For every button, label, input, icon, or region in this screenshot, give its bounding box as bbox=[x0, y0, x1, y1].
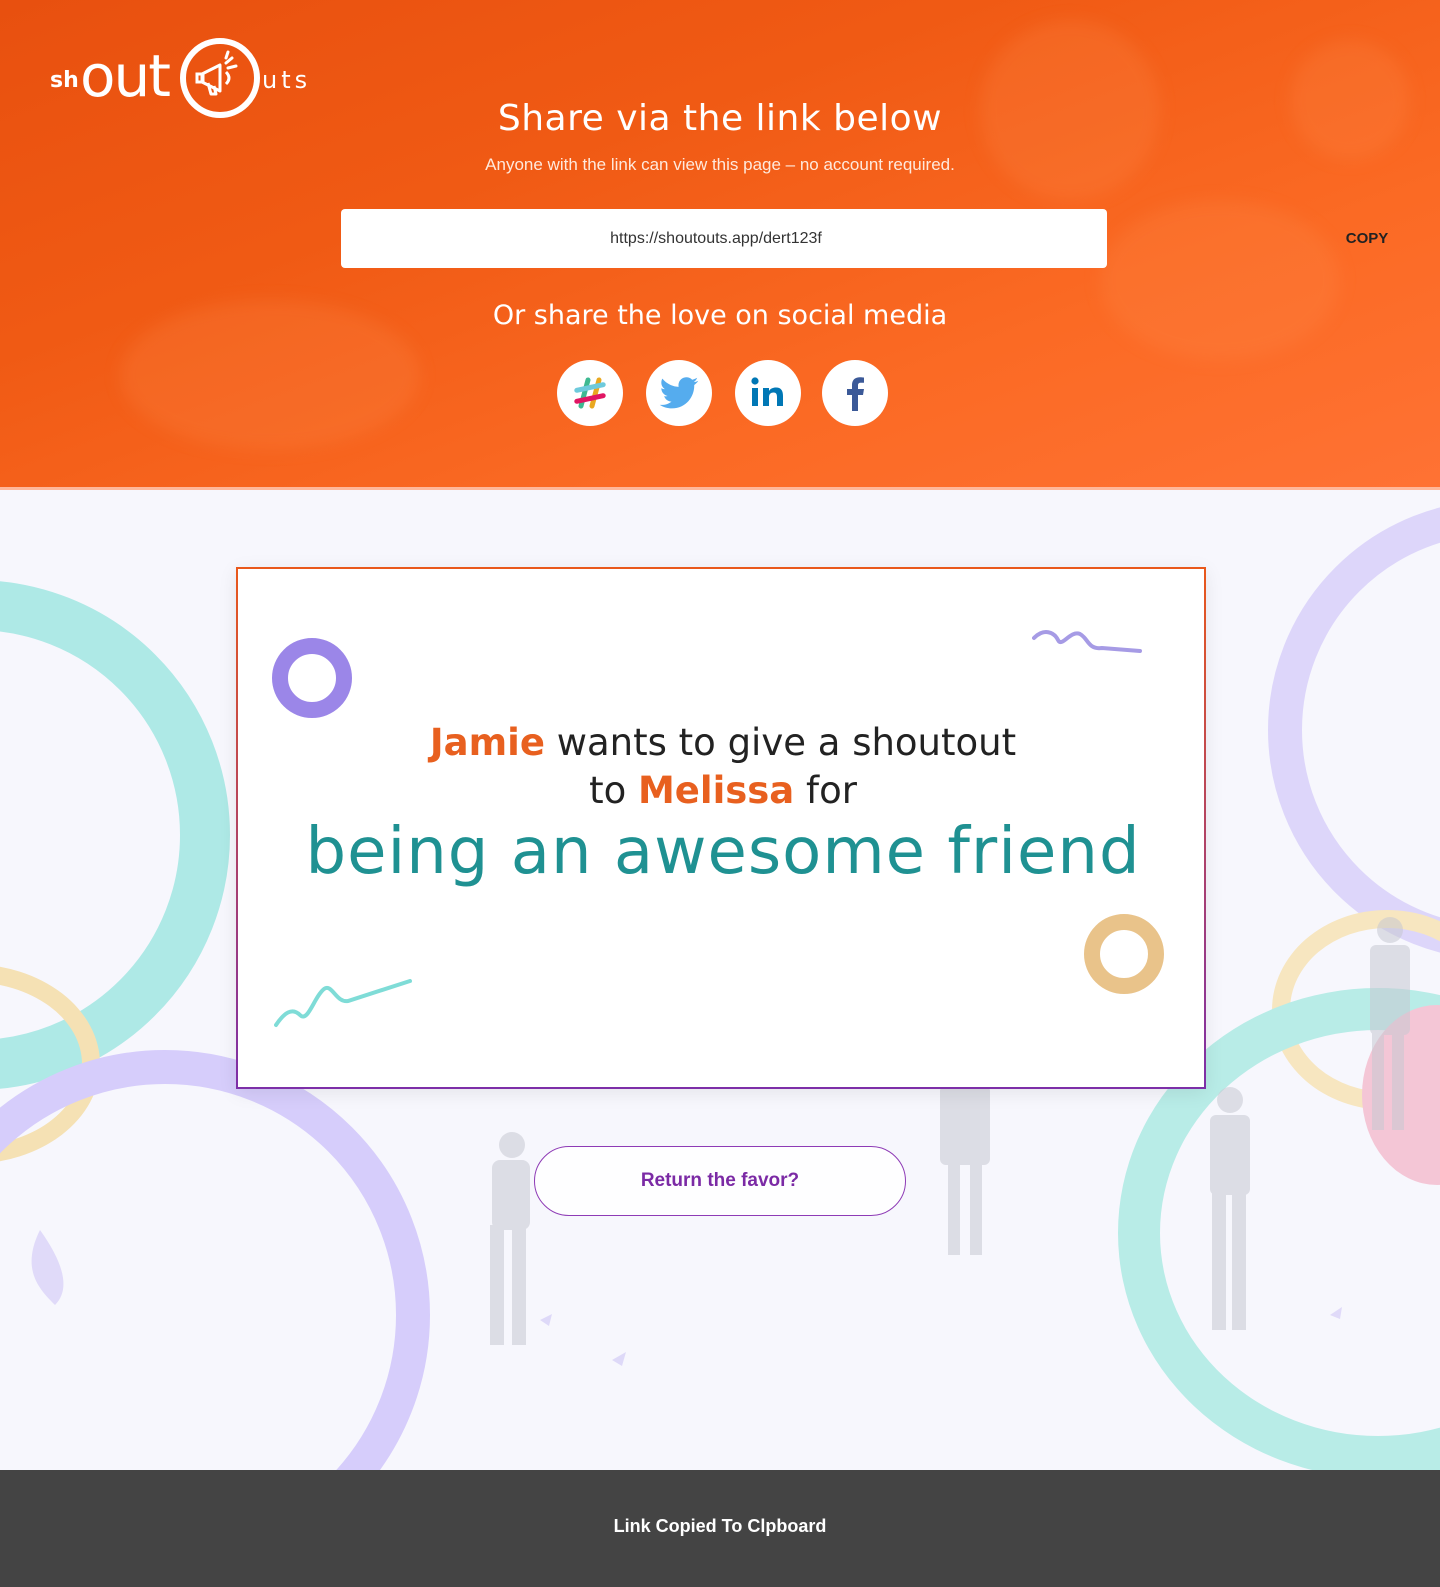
share-title: Share via the link below bbox=[497, 98, 943, 139]
shoutout-line-2: to Melissa for bbox=[238, 769, 1208, 812]
facebook-icon bbox=[847, 377, 864, 411]
share-header: sh out uts Share via the link below Anyo… bbox=[0, 0, 1440, 489]
copy-button[interactable]: COPY bbox=[1327, 209, 1407, 268]
twitter-icon bbox=[659, 377, 699, 409]
shoutout-reason: being an awesome friend bbox=[305, 815, 1141, 889]
recipient-name: Melissa bbox=[637, 769, 795, 812]
shoutout-card: Jamie wants to give a shoutout to Meliss… bbox=[236, 567, 1206, 1089]
twitter-share-button[interactable] bbox=[646, 360, 712, 426]
slack-icon bbox=[574, 377, 606, 409]
shoutout-line-1-text: wants to give a shoutout bbox=[544, 721, 1017, 764]
share-subtitle: Anyone with the link can view this page … bbox=[485, 155, 955, 174]
logo-suffix: uts bbox=[262, 66, 312, 94]
linkedin-icon bbox=[751, 377, 783, 406]
decor-circle-icon bbox=[1084, 914, 1164, 994]
toast-bar: Link Copied To Clpboard bbox=[0, 1470, 1440, 1587]
slack-share-button[interactable] bbox=[557, 360, 623, 426]
to-suffix: for bbox=[794, 769, 857, 812]
squiggle-icon bbox=[274, 979, 412, 1027]
share-link-box: COPY bbox=[341, 209, 1388, 268]
return-favor-button[interactable]: Return the favor? bbox=[534, 1146, 906, 1216]
shoutout-line-1: Jamie wants to give a shoutout bbox=[238, 721, 1208, 764]
logo-prefix: sh bbox=[50, 68, 79, 93]
social-icons bbox=[0, 360, 1440, 426]
decor-circle-icon bbox=[272, 638, 352, 718]
background-blob bbox=[1100, 200, 1340, 360]
linkedin-share-button[interactable] bbox=[735, 360, 801, 426]
to-prefix: to bbox=[589, 769, 638, 812]
sender-name: Jamie bbox=[429, 721, 545, 764]
share-link-input[interactable] bbox=[341, 209, 981, 268]
toast-message: Link Copied To Clpboard bbox=[613, 1516, 827, 1536]
facebook-share-button[interactable] bbox=[822, 360, 888, 426]
social-title: Or share the love on social media bbox=[492, 300, 948, 331]
squiggle-icon bbox=[1032, 630, 1142, 653]
